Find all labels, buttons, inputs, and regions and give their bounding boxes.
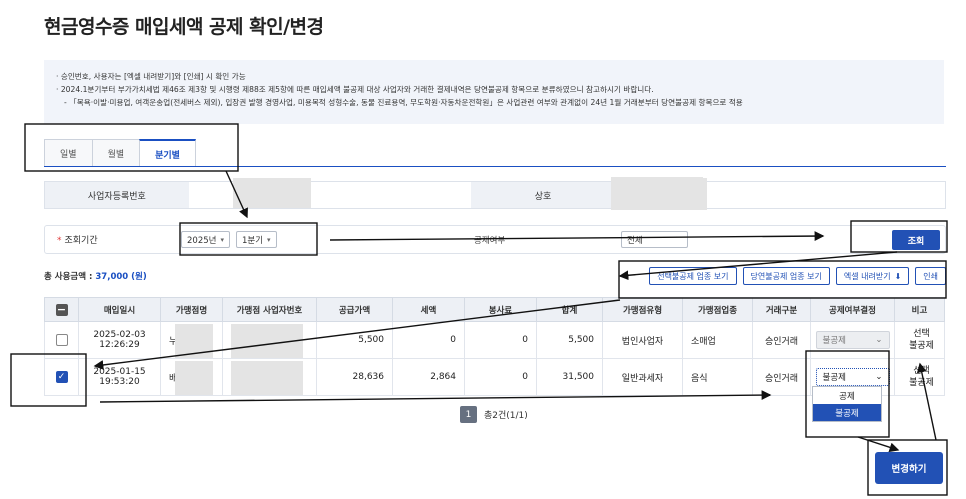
dropdown-option-deduct[interactable]: 공제 [813, 387, 881, 404]
selective-industry-button[interactable]: 선택불공제 업종 보기 [649, 267, 737, 285]
header-trade: 거래구분 [752, 297, 811, 322]
header-store-bizno: 가맹점 사업자번호 [222, 297, 317, 322]
year-select[interactable]: 2025년 ▾ [181, 231, 230, 248]
excel-download-button[interactable]: 엑셀 내려받기 ⬇ [835, 267, 910, 285]
deduct-label: 공제여부 [474, 235, 506, 246]
default-industry-button[interactable]: 당연불공제 업종 보기 [742, 267, 830, 285]
period-label: * 조회기간 [57, 236, 98, 246]
result-count: 총2건(1/1) [484, 411, 528, 421]
table-row: ✓ 2025-01-15 19:53:20 배 28,636 2,864 0 31… [44, 358, 945, 396]
deduct-select-row-1[interactable]: 불공제 ⌄ [815, 331, 890, 349]
chevron-down-icon: ⌄ [875, 372, 883, 382]
deduct-select-row-2[interactable]: 불공제 ⌄ [815, 368, 890, 386]
select-all-checkbox[interactable]: − [55, 303, 68, 316]
header-remark: 비고 [894, 297, 945, 322]
table-header-row: − 매입일시 가맹점명 가맹점 사업자번호 공급가액 세액 봉사료 합계 가맹점… [44, 297, 945, 322]
header-deduct: 공제여부결정 [810, 297, 895, 322]
deduct-select[interactable]: 전체 [621, 231, 688, 248]
arrow-dropdown-to-change [857, 436, 900, 453]
chevron-down-icon: ⌄ [875, 335, 883, 345]
download-icon: ⬇ [894, 271, 902, 281]
header-type: 가맹점유형 [602, 297, 683, 322]
row-checkbox[interactable] [55, 334, 68, 346]
table-row: 2025-02-03 12:26:29 누 5,500 0 0 5,500 법인사… [44, 321, 945, 359]
total-amount: 총 사용금액 : 37,000 (원) [44, 272, 147, 282]
header-supply: 공급가액 [316, 297, 393, 322]
notice-box: · 승인번호, 사용자는 [엑셀 내려받기]와 [인쇄] 시 확인 가능 · 2… [44, 60, 944, 124]
print-button[interactable]: 인쇄 [915, 267, 946, 285]
header-tax: 세액 [392, 297, 465, 322]
header-select-all: − [44, 297, 79, 322]
chevron-down-icon: ▾ [220, 235, 224, 244]
deduct-dropdown: 공제 불공제 [812, 386, 882, 422]
bizno-label: 사업자등록번호 [45, 182, 189, 208]
search-button[interactable]: 조회 [892, 230, 940, 250]
dropdown-option-nondeduct[interactable]: 불공제 [813, 404, 881, 421]
notice-line-2: · 2024.1분기부터 부가가치세법 제46조 제3항 및 시행령 제88조 … [56, 85, 654, 94]
action-buttons: 선택불공제 업종 보기 당연불공제 업종 보기 엑셀 내려받기 ⬇ 인쇄 [649, 267, 946, 285]
pagination: 1 총2건(1/1) [460, 406, 528, 423]
period-tabs: 일별 월별 분기별 [44, 139, 196, 167]
redacted-bizno [232, 178, 311, 208]
notice-line-3: - 「목욕·이발·미용업, 여객운송업(전세버스 제외), 입장권 발행 경영사… [64, 98, 743, 107]
header-industry: 가맹점업종 [682, 297, 753, 322]
page-1-button[interactable]: 1 [460, 406, 477, 423]
row-checkbox[interactable]: ✓ [55, 371, 68, 383]
chevron-down-icon: ▾ [267, 235, 271, 244]
redacted-store-bizno [231, 324, 303, 358]
change-button[interactable]: 변경하기 [875, 452, 943, 484]
header-store: 가맹점명 [160, 297, 223, 322]
header-total: 합계 [536, 297, 603, 322]
arrow-checkbox-to-dropdown [99, 390, 772, 403]
bizno-value [188, 178, 472, 208]
page-title: 현금영수증 매입세액 공제 확인/변경 [44, 16, 324, 38]
notice-line-1: · 승인번호, 사용자는 [엑셀 내려받기]와 [인쇄] 시 확인 가능 [56, 72, 246, 81]
shop-name-label: 상호 [471, 181, 615, 209]
transaction-table: − 매입일시 가맹점명 가맹점 사업자번호 공급가액 세액 봉사료 합계 가맹점… [44, 297, 945, 396]
redacted-store-bizno [231, 361, 303, 395]
tab-daily[interactable]: 일별 [44, 139, 93, 167]
tab-underline [44, 166, 946, 167]
search-row: * 조회기간 2025년 ▾ 1분기 ▾ 공제여부 전체 조회 [44, 225, 946, 254]
tab-quarterly[interactable]: 분기별 [139, 139, 196, 167]
header-service: 봉사료 [464, 297, 537, 322]
header-date: 매입일시 [78, 297, 161, 322]
tab-monthly[interactable]: 월별 [91, 139, 141, 167]
redacted-shop-name [611, 177, 703, 210]
quarter-select[interactable]: 1분기 ▾ [235, 231, 277, 248]
